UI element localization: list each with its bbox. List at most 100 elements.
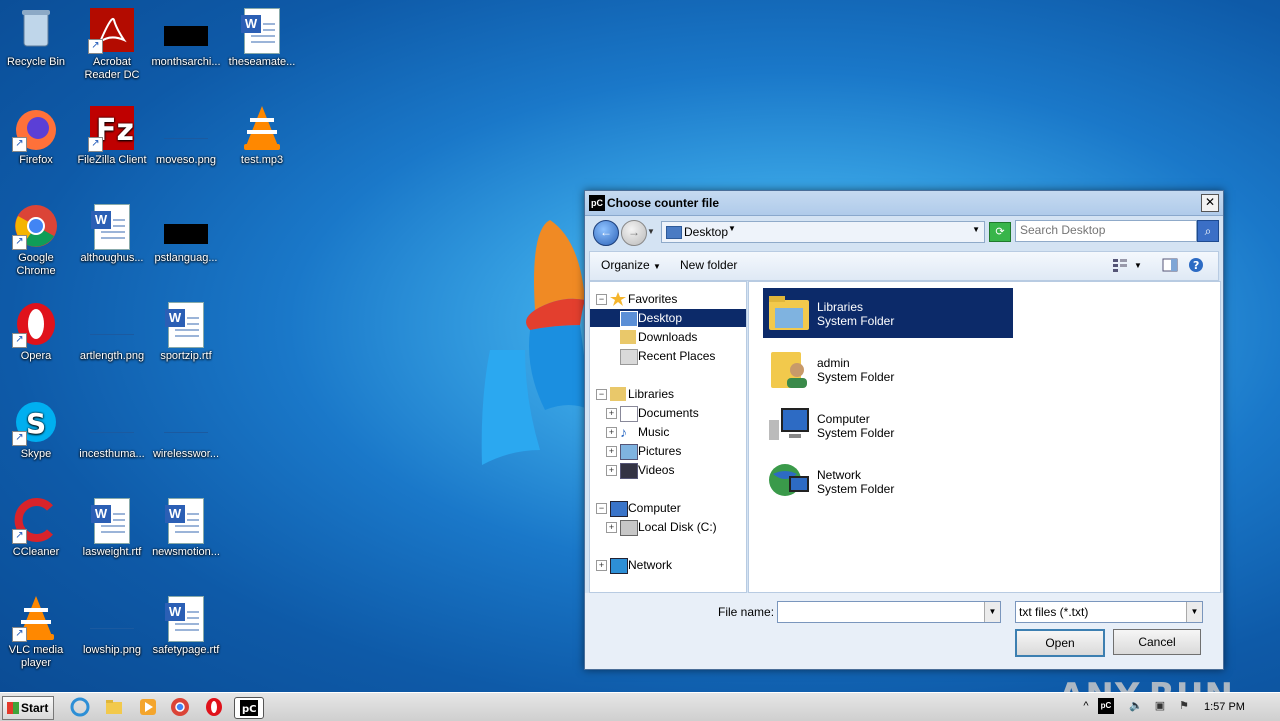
ie-taskbar-icon[interactable] (70, 697, 90, 717)
desktop-icon-wirelesswor[interactable]: wirelesswor... (148, 398, 224, 461)
desktop-icon-lasweight[interactable]: W lasweight.rtf (74, 496, 150, 559)
desktop-icon-opera[interactable]: ↗ Opera (0, 300, 74, 363)
address-location[interactable]: Desktop (684, 225, 728, 239)
tree-item-music[interactable]: + ♪ Music (606, 423, 746, 441)
desktop-icon-skype[interactable]: S ↗ Skype (0, 398, 74, 461)
view-options-icon[interactable] (1112, 257, 1128, 273)
address-dropdown-icon[interactable]: ▼ (972, 225, 980, 234)
search-input[interactable] (1016, 221, 1194, 239)
desktop-icon-test-mp3[interactable]: test.mp3 (224, 104, 300, 167)
explorer-taskbar-icon[interactable] (104, 697, 124, 717)
help-icon[interactable]: ? (1188, 257, 1204, 273)
opera-taskbar-icon[interactable] (204, 697, 224, 717)
collapse-icon[interactable]: − (596, 389, 607, 400)
address-bar[interactable]: Desktop ▼ ▼ (661, 221, 985, 243)
desktop-icon-sportzip[interactable]: W sportzip.rtf (148, 300, 224, 363)
tree-computer[interactable]: − Computer (596, 499, 746, 517)
file-item-network[interactable]: Network System Folder (763, 456, 1013, 506)
tree-item-desktop[interactable]: Desktop (590, 309, 746, 327)
tree-item-documents[interactable]: + Documents (606, 404, 746, 422)
tree-favorites[interactable]: − Favorites (596, 290, 746, 308)
organize-button[interactable]: Organize ▼ (601, 258, 661, 272)
history-dropdown-icon[interactable]: ▼ (647, 227, 655, 236)
pc-tray-icon[interactable]: pC (1098, 698, 1114, 714)
expand-icon[interactable]: + (606, 427, 617, 438)
back-button[interactable]: ← (593, 220, 619, 246)
pc-app-taskbar-button[interactable]: pC (234, 697, 264, 719)
desktop-icon-pstlanguag[interactable]: pstlanguag... (148, 202, 224, 265)
file-type-filter-value: txt files (*.txt) (1019, 605, 1089, 619)
word-doc-icon: W (88, 202, 136, 250)
filezilla-icon: Fz ↗ (88, 104, 136, 152)
start-button[interactable]: Start (2, 696, 54, 720)
windows-logo-icon (7, 702, 19, 714)
file-name-input[interactable] (778, 602, 984, 620)
desktop-icon-lowship[interactable]: lowship.png (74, 594, 150, 657)
new-folder-button[interactable]: New folder (680, 258, 737, 272)
search-icon[interactable]: ⌕ (1197, 220, 1219, 242)
tree-item-music-label: Music (638, 425, 670, 439)
chevron-down-icon[interactable]: ▼ (728, 224, 736, 233)
desktop-icon-recycle-bin[interactable]: Recycle Bin (0, 6, 74, 69)
expand-icon[interactable]: + (606, 446, 617, 457)
chrome-taskbar-icon[interactable] (170, 697, 190, 717)
preview-pane-icon[interactable] (1162, 257, 1178, 273)
vlc-icon (238, 104, 286, 152)
svg-text:?: ? (1193, 259, 1199, 272)
forward-button[interactable]: → (621, 220, 647, 246)
black-file-icon (162, 6, 210, 54)
collapse-icon[interactable]: − (596, 294, 607, 305)
cancel-button[interactable]: Cancel (1113, 629, 1201, 655)
expand-icon[interactable]: + (606, 465, 617, 476)
desktop-icon-newsmotion[interactable]: W newsmotion... (148, 496, 224, 559)
file-item-libraries[interactable]: Libraries System Folder (763, 288, 1013, 338)
action-center-flag-icon[interactable]: ⚑ (1176, 698, 1192, 714)
desktop-icon-filezilla[interactable]: Fz ↗ FileZilla Client (74, 104, 150, 167)
tree-item-downloads[interactable]: Downloads (590, 328, 746, 346)
tree-item-pictures[interactable]: + Pictures (606, 442, 746, 460)
open-button[interactable]: Open (1015, 629, 1105, 657)
filter-dropdown-icon[interactable]: ▼ (1186, 602, 1202, 622)
expand-icon[interactable]: + (596, 560, 607, 571)
word-doc-icon: W (238, 6, 286, 54)
desktop-icon-safetypage[interactable]: W safetypage.rtf (148, 594, 224, 657)
tree-item-videos[interactable]: + Videos (606, 461, 746, 479)
desktop-icon-theseamate[interactable]: W theseamate... (224, 6, 300, 69)
desktop-icon-incesthuma[interactable]: incesthuma... (74, 398, 150, 461)
chrome-icon: ↗ (12, 202, 60, 250)
refresh-button[interactable]: ⟳ (989, 222, 1011, 242)
desktop-icon-vlc[interactable]: ↗ VLC media player (0, 594, 74, 670)
volume-icon[interactable]: 🔈 (1128, 698, 1144, 714)
desktop-icon-monthsarchi[interactable]: monthsarchi... (148, 6, 224, 69)
file-item-admin[interactable]: admin System Folder (763, 344, 1013, 394)
file-item-computer[interactable]: Computer System Folder (763, 400, 1013, 450)
collapse-icon[interactable]: − (596, 503, 607, 514)
view-dropdown-icon[interactable]: ▼ (1134, 261, 1150, 277)
tree-item-local-disk[interactable]: + Local Disk (C:) (606, 518, 746, 536)
tree-item-recent-places[interactable]: Recent Places (590, 347, 746, 365)
file-name-dropdown-icon[interactable]: ▼ (984, 602, 1000, 622)
desktop-icon-ccleaner[interactable]: ↗ CCleaner (0, 496, 74, 559)
expand-icon[interactable]: + (606, 522, 617, 533)
start-label: Start (21, 701, 49, 715)
clock[interactable]: 1:57 PM (1204, 701, 1245, 713)
png-file-icon (162, 104, 210, 152)
close-button[interactable]: ✕ (1201, 194, 1219, 212)
desktop-icon-chrome[interactable]: ↗ Google Chrome (0, 202, 74, 278)
search-box[interactable] (1015, 220, 1197, 242)
desktop-icon-acrobat[interactable]: ↗ Acrobat Reader DC (74, 6, 150, 82)
network-tray-icon[interactable]: ▣ (1152, 698, 1168, 714)
desktop-icon-artlength[interactable]: artlength.png (74, 300, 150, 363)
file-type-filter[interactable]: txt files (*.txt) ▼ (1015, 601, 1203, 623)
dialog-titlebar[interactable]: pC Choose counter file ✕ (585, 191, 1223, 216)
desktop-icon-althoughus[interactable]: W althoughus... (74, 202, 150, 265)
media-player-taskbar-icon[interactable] (138, 697, 158, 717)
expand-icon[interactable]: + (606, 408, 617, 419)
tree-libraries[interactable]: − Libraries (596, 385, 746, 403)
desktop-icon-firefox[interactable]: ↗ Firefox (0, 104, 74, 167)
show-hidden-icons-icon[interactable]: ^ (1078, 698, 1094, 714)
network-icon (767, 460, 811, 502)
tree-network[interactable]: + Network (596, 556, 746, 574)
desktop-icon-moveso[interactable]: moveso.png (148, 104, 224, 167)
file-name-combobox[interactable]: ▼ (777, 601, 1001, 623)
